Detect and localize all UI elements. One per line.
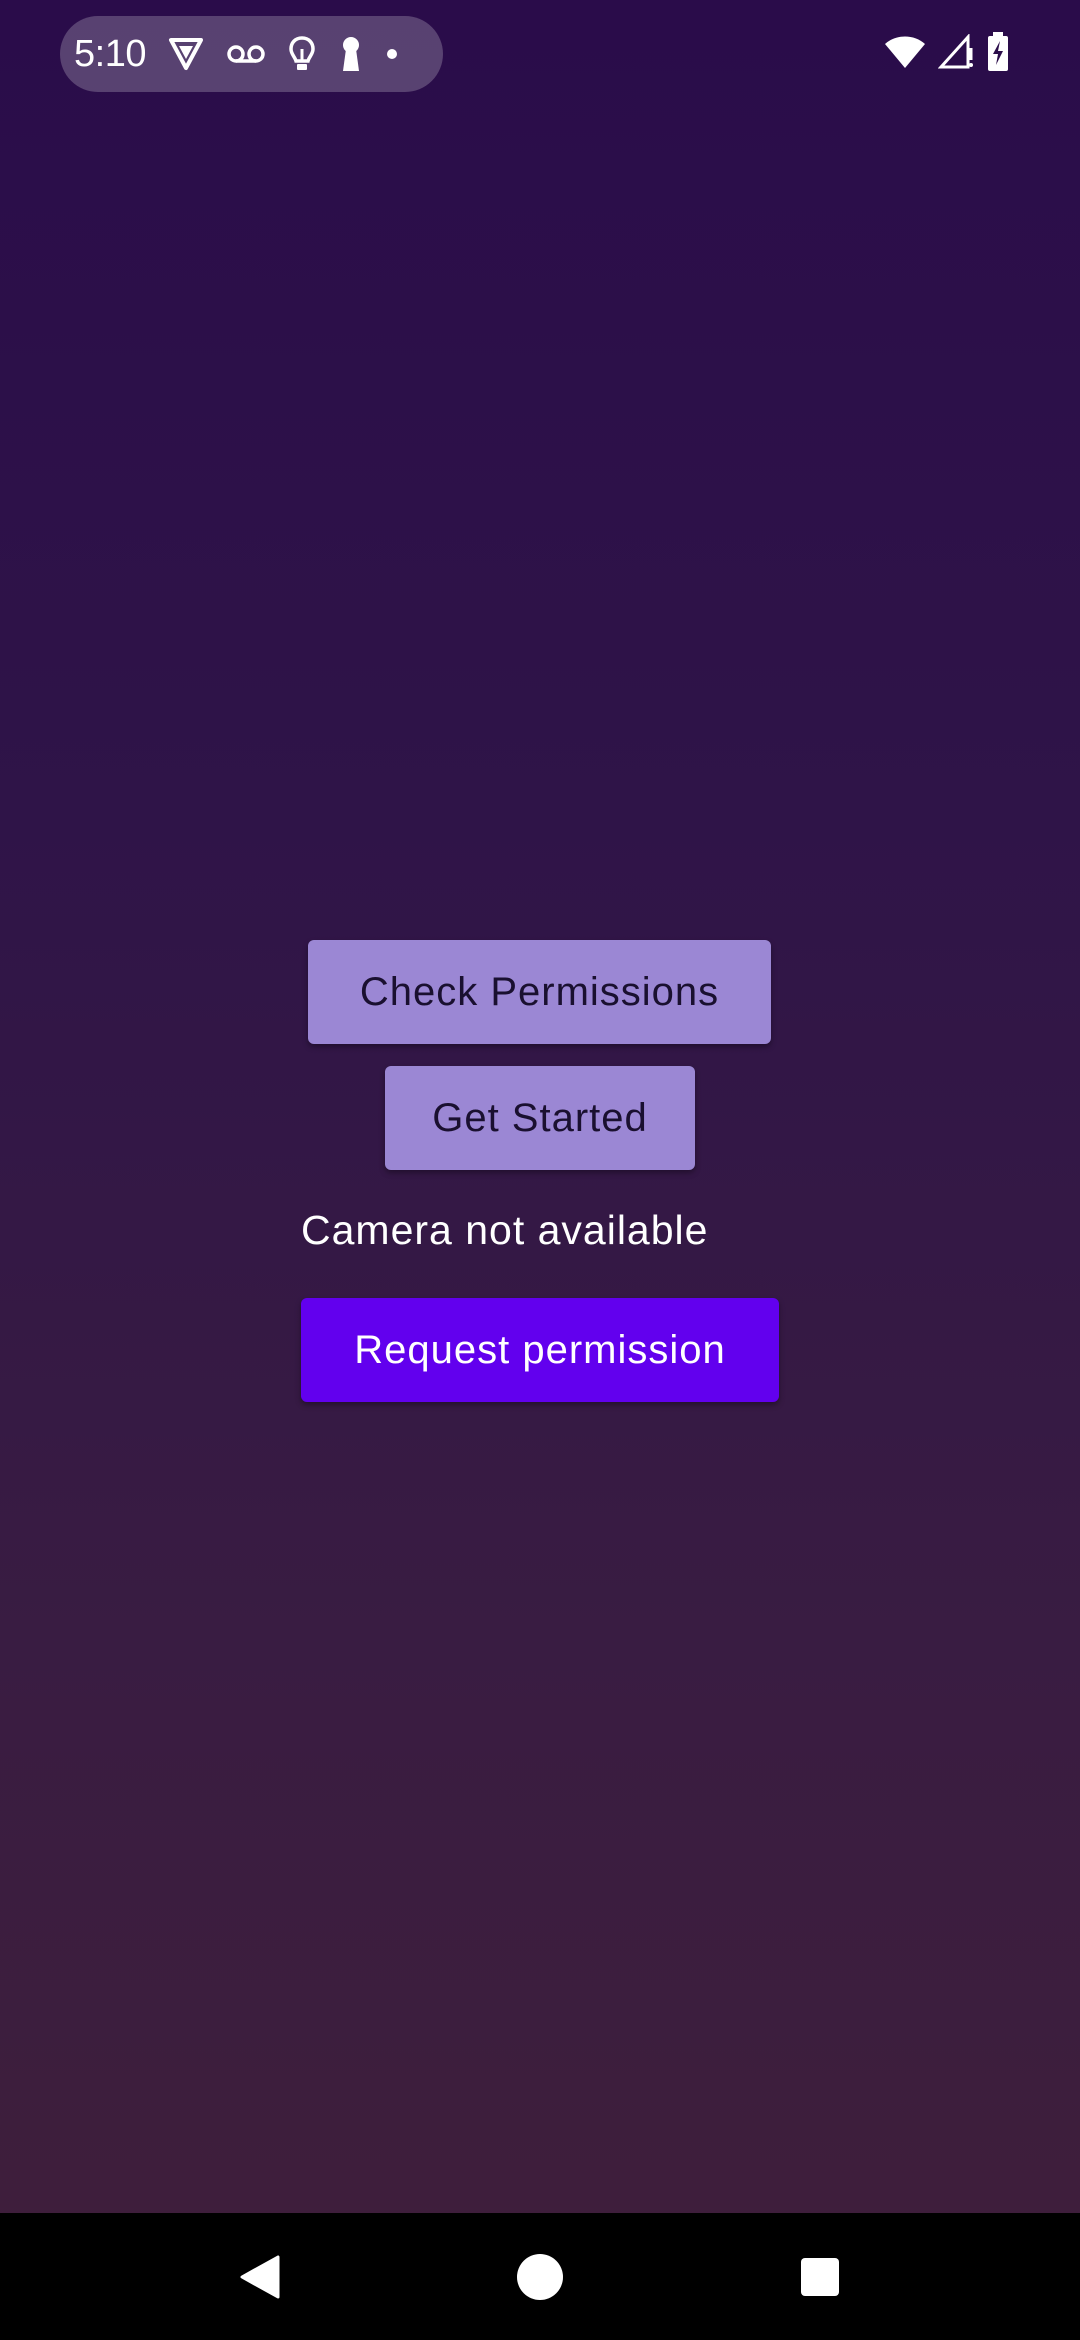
request-permission-button[interactable]: Request permission — [301, 1298, 779, 1402]
lightbulb-icon — [288, 35, 316, 73]
back-icon[interactable] — [220, 2213, 300, 2340]
status-bar-right — [884, 30, 1010, 78]
battery-charging-icon — [986, 31, 1010, 77]
camera-status-text: Camera not available — [301, 1207, 709, 1253]
keyhole-icon — [338, 35, 364, 73]
status-bar-pill: 5:10 — [60, 16, 443, 92]
notification-dot-icon — [386, 48, 398, 60]
navigation-bar — [0, 2213, 1080, 2340]
recents-icon[interactable] — [780, 2213, 860, 2340]
cell-signal-icon — [937, 32, 974, 75]
app-screen: 5:10 Check Permissions Get Started Camer… — [0, 0, 1080, 2340]
check-permissions-button[interactable]: Check Permissions — [308, 940, 771, 1044]
wifi-icon — [884, 35, 926, 74]
voicemail-icon — [226, 43, 266, 65]
vpn-shield-icon — [168, 37, 204, 71]
status-time: 5:10 — [74, 32, 146, 75]
get-started-button[interactable]: Get Started — [385, 1066, 695, 1170]
home-icon[interactable] — [500, 2213, 580, 2340]
